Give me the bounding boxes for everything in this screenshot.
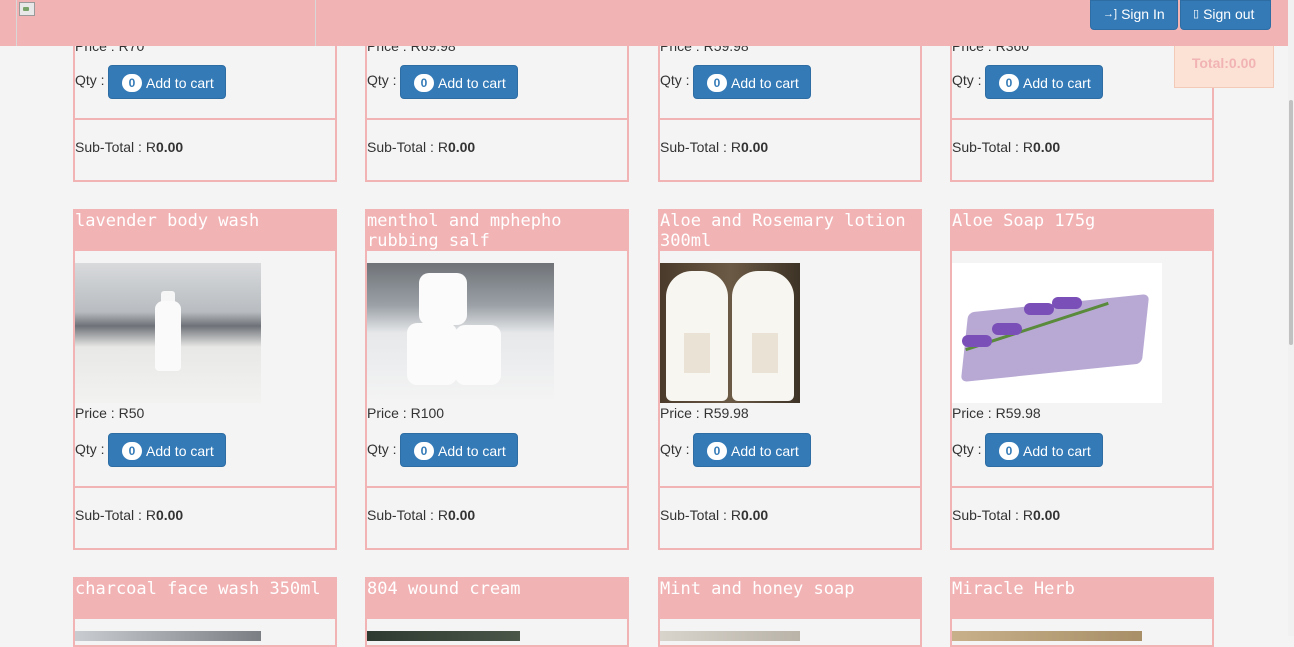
product-image[interactable]	[367, 631, 520, 641]
product-price: Price : R59.98	[660, 405, 749, 421]
subtotal-panel: Sub-Total : R0.00	[365, 118, 629, 182]
product-card: Miracle Herb	[950, 577, 1214, 647]
qty-label: Qty :	[660, 441, 690, 457]
qty-label: Qty :	[367, 441, 397, 457]
add-to-cart-button[interactable]: 0 Add to cart	[693, 433, 811, 467]
qty-badge: 0	[707, 74, 727, 92]
qty-label: Qty :	[952, 441, 982, 457]
product-title: Miracle Herb	[952, 579, 1212, 619]
subtotal: Sub-Total : R0.00	[952, 507, 1061, 523]
add-to-cart-label: Add to cart	[146, 75, 214, 91]
qty-label: Qty :	[660, 72, 690, 88]
broken-image-icon	[19, 2, 35, 16]
subtotal-panel: Sub-Total : R0.00	[658, 486, 922, 550]
subtotal: Sub-Total : R0.00	[952, 139, 1061, 155]
add-to-cart-button[interactable]: 0 Add to cart	[108, 65, 226, 99]
add-to-cart-button[interactable]: 0 Add to cart	[985, 433, 1103, 467]
subtotal: Sub-Total : R0.00	[75, 507, 184, 523]
subtotal-panel: Sub-Total : R0.00	[950, 118, 1214, 182]
qty-label: Qty :	[367, 72, 397, 88]
product-image[interactable]	[660, 631, 800, 641]
product-price: Price : R59.98	[952, 405, 1041, 421]
product-image[interactable]	[367, 263, 554, 403]
sign-in-button[interactable]: →] Sign In	[1090, 0, 1178, 30]
qty-label: Qty :	[75, 441, 105, 457]
product-title: menthol and mphepho rubbing salf	[367, 211, 627, 251]
qty-badge: 0	[999, 442, 1019, 460]
top-navbar: →] Sign In ▯ Sign out	[0, 0, 1288, 46]
product-title: Aloe Soap 175g	[952, 211, 1212, 251]
add-to-cart-label: Add to cart	[146, 443, 214, 459]
product-title: Mint and honey soap	[660, 579, 920, 619]
qty-badge: 0	[122, 74, 142, 92]
add-to-cart-button[interactable]: 0 Add to cart	[985, 65, 1103, 99]
add-to-cart-label: Add to cart	[731, 443, 799, 459]
add-to-cart-label: Add to cart	[731, 75, 799, 91]
add-to-cart-button[interactable]: 0 Add to cart	[693, 65, 811, 99]
add-to-cart-label: Add to cart	[1023, 75, 1091, 91]
product-title: Aloe and Rosemary lotion 300ml	[660, 211, 920, 251]
qty-badge: 0	[414, 74, 434, 92]
sign-out-button[interactable]: ▯ Sign out	[1180, 0, 1271, 30]
product-image[interactable]	[75, 263, 261, 403]
product-card: menthol and mphepho rubbing salf Price :…	[365, 209, 629, 550]
qty-badge: 0	[999, 74, 1019, 92]
qty-badge: 0	[414, 442, 434, 460]
add-to-cart-button[interactable]: 0 Add to cart	[400, 65, 518, 99]
add-to-cart-button[interactable]: 0 Add to cart	[108, 433, 226, 467]
product-image[interactable]	[75, 631, 261, 641]
add-to-cart-button[interactable]: 0 Add to cart	[400, 433, 518, 467]
product-title: 804 wound cream	[367, 579, 627, 619]
add-to-cart-label: Add to cart	[438, 75, 506, 91]
subtotal: Sub-Total : R0.00	[660, 507, 769, 523]
subtotal-panel: Sub-Total : R0.00	[950, 486, 1214, 550]
add-to-cart-label: Add to cart	[438, 443, 506, 459]
subtotal-panel: Sub-Total : R0.00	[73, 486, 337, 550]
product-card: lavender body wash Price : R50 Qty : 0 Ad…	[73, 209, 337, 550]
product-image[interactable]	[952, 631, 1142, 641]
brand-logo[interactable]	[16, 0, 316, 46]
product-title: lavender body wash	[75, 211, 335, 251]
subtotal: Sub-Total : R0.00	[367, 139, 476, 155]
subtotal: Sub-Total : R0.00	[75, 139, 184, 155]
page-scrollbar[interactable]	[1288, 0, 1294, 636]
product-price: Price : R50	[75, 405, 145, 421]
subtotal-panel: Sub-Total : R0.00	[73, 118, 337, 182]
qty-label: Qty :	[75, 72, 105, 88]
product-card: charcoal face wash 350ml	[73, 577, 337, 647]
product-image[interactable]	[952, 263, 1162, 403]
product-price: Price : R100	[367, 405, 445, 421]
scrollbar-thumb[interactable]	[1289, 100, 1293, 345]
product-card: 804 wound cream	[365, 577, 629, 647]
subtotal-panel: Sub-Total : R0.00	[658, 118, 922, 182]
product-card: Aloe and Rosemary lotion 300ml Price : R…	[658, 209, 922, 550]
product-card: Mint and honey soap	[658, 577, 922, 647]
qty-badge: 0	[122, 442, 142, 460]
add-to-cart-label: Add to cart	[1023, 443, 1091, 459]
subtotal: Sub-Total : R0.00	[367, 507, 476, 523]
cart-total: Total:0.00	[1174, 40, 1274, 88]
sign-out-icon: ▯	[1193, 8, 1200, 20]
subtotal-panel: Sub-Total : R0.00	[365, 486, 629, 550]
subtotal: Sub-Total : R0.00	[660, 139, 769, 155]
sign-out-label: Sign out	[1203, 6, 1255, 22]
product-image[interactable]	[660, 263, 800, 403]
qty-label: Qty :	[952, 72, 982, 88]
product-card: Aloe Soap 175g Price : R59.98 Qty : 0 Add…	[950, 209, 1214, 550]
sign-in-label: Sign In	[1121, 6, 1165, 22]
product-title: charcoal face wash 350ml	[75, 579, 335, 619]
qty-badge: 0	[707, 442, 727, 460]
sign-in-icon: →]	[1103, 8, 1118, 20]
